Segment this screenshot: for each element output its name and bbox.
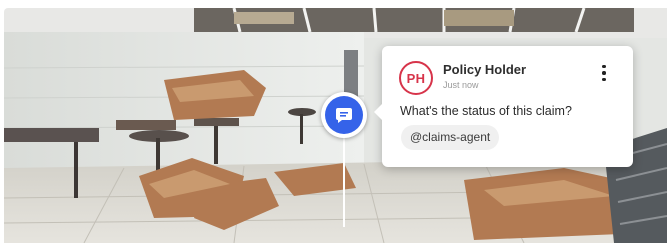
comment-message: What's the status of this claim? — [400, 104, 572, 118]
comment-timestamp: Just now — [443, 80, 479, 90]
comment-icon — [325, 96, 363, 134]
comment-pin[interactable] — [321, 92, 367, 138]
mention-chip[interactable]: @claims-agent — [401, 125, 500, 150]
comment-card: PH Policy Holder Just now What's the sta… — [374, 46, 633, 167]
card-pointer — [374, 104, 382, 120]
pin-stem — [343, 126, 345, 227]
avatar: PH — [399, 61, 433, 95]
comment-author: Policy Holder — [443, 62, 527, 77]
more-vertical-icon[interactable] — [594, 63, 614, 83]
